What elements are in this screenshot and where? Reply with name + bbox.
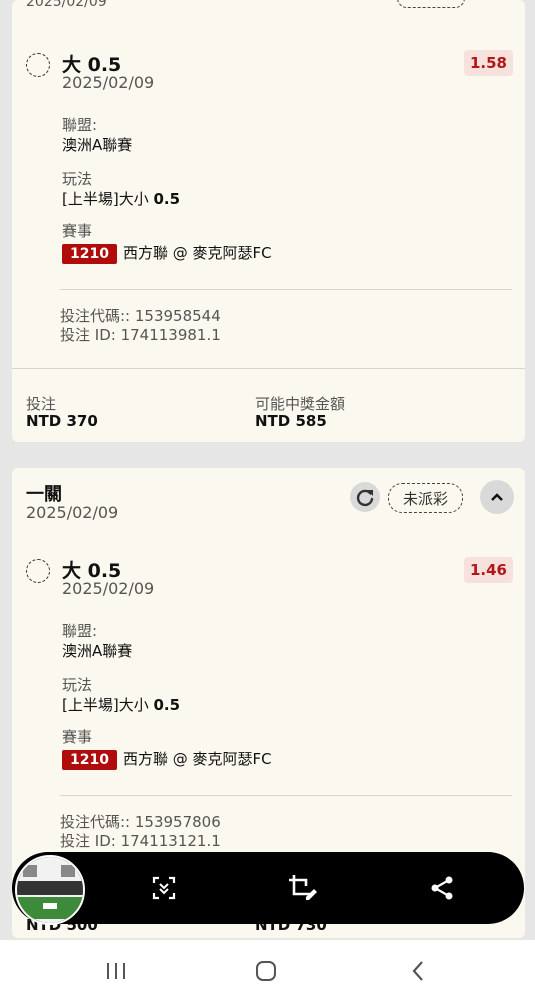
- event-code-badge: 1210: [62, 749, 117, 770]
- share-icon: [431, 876, 453, 900]
- screenshot-toolbar: [12, 852, 524, 925]
- odds-badge: 1.58: [463, 50, 513, 76]
- market-line: 0.5: [153, 190, 181, 208]
- bet-date: 2025/02/09: [26, 503, 119, 522]
- league-value: 澳洲A聯賽: [62, 642, 133, 660]
- event-code-badge: 1210: [62, 243, 117, 264]
- event-value: 1210 西方聯 @ 麥克阿瑟FC: [62, 748, 272, 770]
- divider: [12, 368, 525, 369]
- bet-code: 投注代碼:: 153958544: [60, 307, 221, 325]
- crop-edit-icon: [289, 875, 317, 900]
- system-nav-bar: [0, 940, 535, 1000]
- stake-value: NTD 370: [26, 412, 98, 430]
- possible-win-label: 可能中獎金額: [255, 395, 346, 413]
- event-value: 1210 西方聯 @ 麥克阿瑟FC: [62, 242, 272, 264]
- market-prefix: [上半場]大小: [62, 696, 149, 714]
- market-prefix: [上半場]大小: [62, 190, 149, 208]
- refresh-button[interactable]: [350, 482, 380, 512]
- market-value: [上半場]大小 0.5: [62, 694, 180, 715]
- crop-edit-button[interactable]: [286, 872, 318, 904]
- divider: [60, 795, 512, 796]
- market-value: [上半場]大小 0.5: [62, 188, 180, 209]
- league-value: 澳洲A聯賽: [62, 136, 133, 154]
- chevron-up-icon: [491, 493, 503, 501]
- bet-id: 投注 ID: 174113981.1: [60, 326, 221, 344]
- bet-id: 投注 ID: 174113121.1: [60, 832, 221, 850]
- scroll-capture-button[interactable]: [148, 872, 180, 904]
- status-badge: 未派彩: [388, 483, 464, 513]
- market-line: 0.5: [153, 696, 181, 714]
- event-teams: 西方聯 @ 麥克阿瑟FC: [122, 750, 272, 768]
- event-teams: 西方聯 @ 麥克阿瑟FC: [122, 244, 272, 262]
- market-label: 玩法: [62, 676, 93, 694]
- odds-badge: 1.46: [463, 557, 513, 583]
- selection-radio[interactable]: [26, 53, 50, 77]
- market-label: 玩法: [62, 170, 93, 188]
- league-label: 聯盟:: [62, 622, 98, 640]
- event-label: 賽事: [62, 222, 93, 240]
- stake-label: 投注: [26, 395, 57, 413]
- selection-date: 2025/02/09: [62, 73, 155, 92]
- bet-card-1: 2025/02/09 大 0.5 2025/02/09 1.58 聯盟: 澳洲A…: [12, 0, 525, 442]
- screenshot-thumbnail[interactable]: [15, 855, 85, 925]
- selection-date: 2025/02/09: [62, 579, 155, 598]
- recent-apps-icon: [107, 963, 125, 979]
- selection-radio[interactable]: [26, 559, 50, 583]
- scroll-capture-icon: [152, 876, 176, 900]
- card-date-partial: 2025/02/09: [26, 0, 107, 10]
- divider: [60, 289, 512, 290]
- back-button[interactable]: [398, 958, 438, 984]
- home-icon: [256, 961, 276, 981]
- collapse-button[interactable]: [480, 480, 514, 514]
- league-label: 聯盟:: [62, 116, 98, 134]
- status-pill-partial: [397, 0, 465, 8]
- bet-code: 投注代碼:: 153957806: [60, 813, 221, 831]
- event-label: 賽事: [62, 728, 93, 746]
- home-button[interactable]: [246, 958, 286, 984]
- recent-apps-button[interactable]: [96, 958, 136, 984]
- back-icon: [412, 961, 423, 981]
- refresh-icon: [356, 489, 374, 507]
- share-button[interactable]: [426, 872, 458, 904]
- thumbnail-preview: [17, 857, 83, 923]
- possible-win-value: NTD 585: [255, 412, 327, 430]
